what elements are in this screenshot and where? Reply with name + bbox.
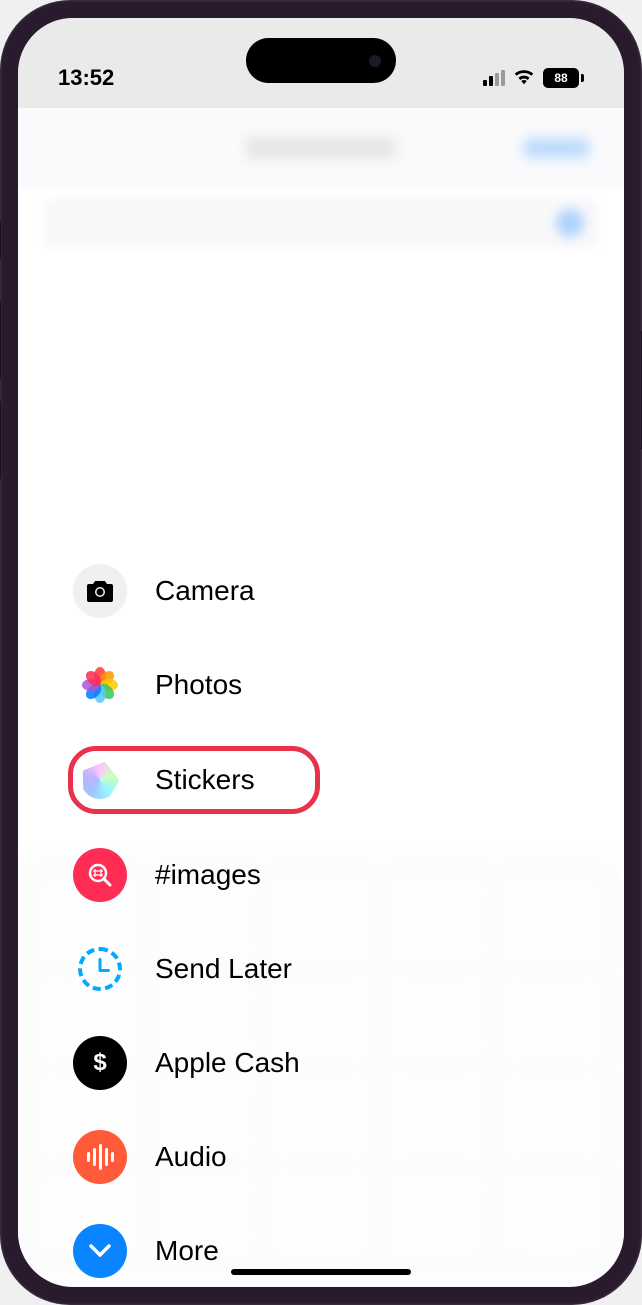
menu-item-photos[interactable]: Photos [73,652,320,718]
menu-label: Apple Cash [155,1047,300,1079]
battery-level: 88 [543,68,579,88]
dollar-icon: $ [73,1036,127,1090]
menu-label: Stickers [155,764,255,796]
chevron-down-icon [73,1224,127,1278]
menu-item-audio[interactable]: Audio [73,1124,320,1190]
screen: 13:52 88 [18,18,624,1287]
menu-label: Camera [155,575,255,607]
volume-down-button[interactable] [0,400,1,480]
blurred-recipient-field [43,198,599,248]
status-time: 13:52 [58,65,114,91]
menu-label: Photos [155,669,242,701]
menu-label: #images [155,859,261,891]
camera-icon [73,564,127,618]
imessage-app-menu: Camera [73,558,320,1284]
battery-indicator: 88 [543,68,584,88]
stickers-icon [73,753,127,807]
wifi-icon [513,65,535,91]
cellular-signal-icon [483,70,505,86]
menu-item-camera[interactable]: Camera [73,558,320,624]
photos-icon [73,658,127,712]
dynamic-island [246,38,396,83]
menu-label: Send Later [155,953,292,985]
clock-dashed-icon [73,942,127,996]
silence-switch[interactable] [0,220,1,260]
blurred-nav-header [18,108,624,188]
volume-up-button[interactable] [0,300,1,380]
menu-label: Audio [155,1141,227,1173]
iphone-frame: 13:52 88 [0,0,642,1305]
home-indicator[interactable] [231,1269,411,1275]
audio-waveform-icon [73,1130,127,1184]
menu-item-images[interactable]: #images [73,842,320,908]
menu-item-stickers[interactable]: Stickers [68,746,320,814]
menu-item-send-later[interactable]: Send Later [73,936,320,1002]
menu-label: More [155,1235,219,1267]
svg-text:$: $ [93,1049,107,1076]
content-area: Camera [18,258,624,1277]
menu-item-apple-cash[interactable]: $ Apple Cash [73,1030,320,1096]
hash-images-icon [73,848,127,902]
